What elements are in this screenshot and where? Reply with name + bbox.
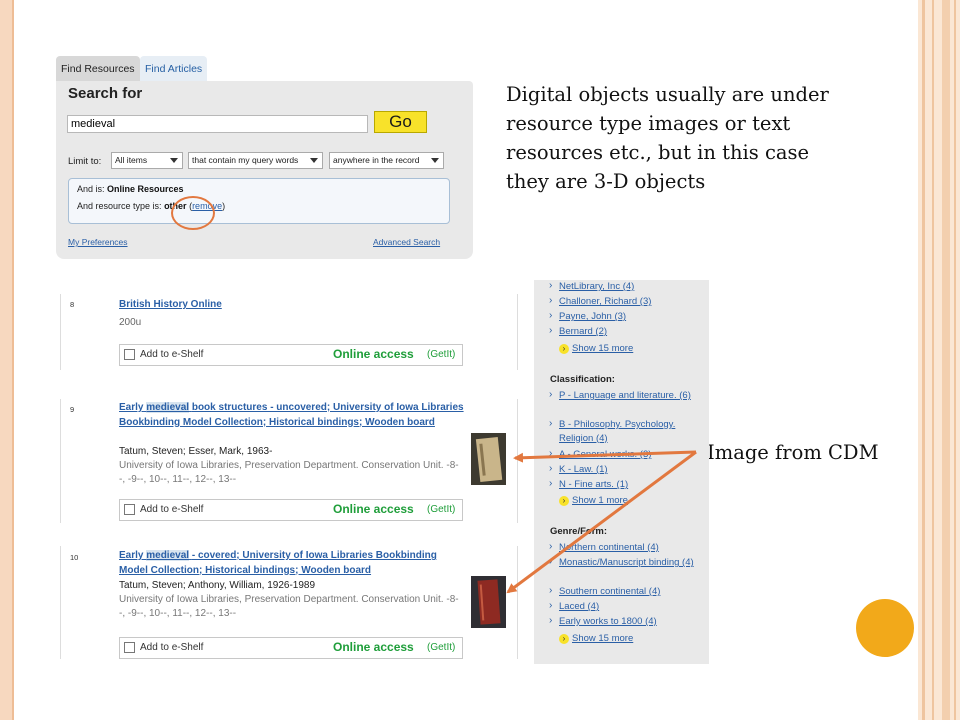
arrow-to-thumbnail-1 [513, 450, 697, 463]
annotation-arrows [506, 450, 697, 594]
arrow-to-thumbnail-2 [506, 450, 697, 594]
